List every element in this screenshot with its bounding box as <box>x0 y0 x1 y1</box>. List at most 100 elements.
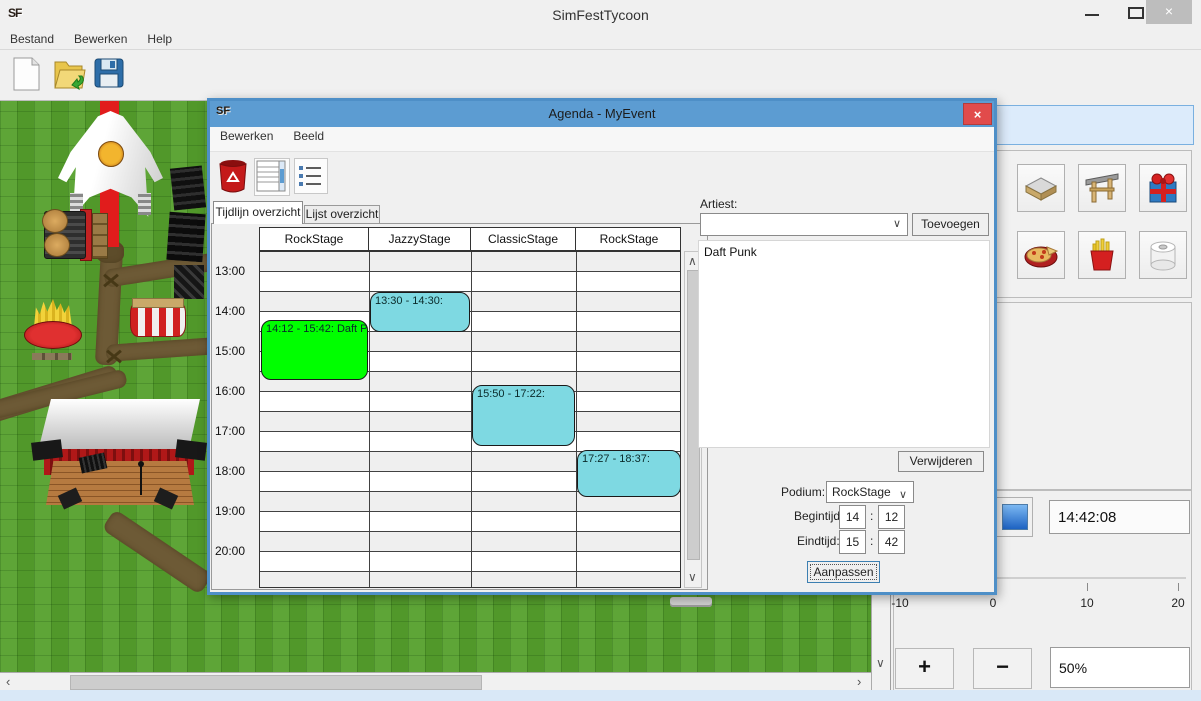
slider-label-20: 20 <box>1158 596 1198 610</box>
artist-dropdown[interactable]: ∨ <box>700 213 908 236</box>
fries-icon <box>1084 237 1120 273</box>
artist-list[interactable]: Daft Punk <box>698 240 990 448</box>
scroll-right-icon[interactable]: › <box>857 674 861 689</box>
grill-stand <box>44 207 92 261</box>
path-cross-mark <box>102 271 120 289</box>
delete-event-button[interactable] <box>218 159 248 198</box>
time-label-17:00: 17:00 <box>215 424 257 438</box>
end-hour-field[interactable]: 15 <box>839 530 866 554</box>
dialog-title-bar[interactable]: SF Agenda - MyEvent × <box>210 101 994 127</box>
new-file-button[interactable] <box>10 56 46 94</box>
list-view-button[interactable] <box>294 158 328 194</box>
artist-list-item[interactable]: Daft Punk <box>699 241 989 259</box>
time-label-13:00: 13:00 <box>215 264 257 278</box>
close-button[interactable]: × <box>1146 0 1192 24</box>
title-bar: SF SimFestTycoon × <box>0 0 1201 30</box>
time-label-16:00: 16:00 <box>215 384 257 398</box>
minimize-button[interactable] <box>1076 0 1110 24</box>
menu-item-help[interactable]: Help <box>137 30 182 46</box>
speed-icon <box>1002 504 1028 530</box>
slider-tick <box>1087 583 1088 591</box>
schedule-event[interactable]: 13:30 - 14:30: <box>370 292 470 332</box>
remove-button[interactable]: Verwijderen <box>898 451 984 472</box>
schedule-event[interactable]: 17:27 - 18:37: <box>577 450 681 497</box>
tab-timeline[interactable]: Tijdlijn overzicht <box>213 201 303 224</box>
main-toolbar <box>0 50 1201 98</box>
item-button-platform[interactable] <box>1017 164 1065 212</box>
dialog-menu-item-bewerken[interactable]: Bewerken <box>210 127 283 143</box>
tab-list[interactable]: Lijst overzicht <box>304 205 380 224</box>
scroll-down-icon[interactable]: ∨ <box>688 570 697 584</box>
item-button-fries[interactable] <box>1078 231 1126 279</box>
agenda-dialog: SF Agenda - MyEvent × BewerkenBeeld <box>207 98 997 595</box>
platform-icon <box>1023 170 1059 206</box>
zoom-out-button[interactable]: − <box>973 648 1032 689</box>
map-horizontal-scrollbar[interactable]: ‹ › <box>0 672 871 691</box>
chevron-down-icon: ∨ <box>893 217 901 230</box>
timeline-view-icon <box>255 159 287 193</box>
bench <box>670 597 712 607</box>
dialog-title: Agenda - MyEvent <box>210 106 994 121</box>
begin-hour-field[interactable]: 14 <box>839 505 866 529</box>
dialog-toolbar <box>210 151 994 201</box>
item-button-gate[interactable] <box>1078 164 1126 212</box>
map-hscroll-thumb[interactable] <box>70 675 482 690</box>
time-separator: : <box>870 534 873 548</box>
slider-tick <box>1178 583 1179 591</box>
end-time-label: Eindtijd: <box>797 534 840 548</box>
stage-speaker <box>31 439 63 461</box>
column-header-rockstage: RockStage <box>576 228 682 250</box>
toilet-paper-icon <box>1145 237 1181 273</box>
apply-button[interactable]: Aanpassen <box>807 561 880 583</box>
schedule-header-row: RockStageJazzyStageClassicStageRockStage <box>259 227 681 251</box>
slider-label-10: 10 <box>1067 596 1107 610</box>
item-button-gift[interactable] <box>1139 164 1187 212</box>
chevron-down-icon: ∨ <box>899 485 907 505</box>
timeline-tab-page: RockStageJazzyStageClassicStageRockStage… <box>211 223 708 590</box>
dialog-close-button[interactable]: × <box>963 103 992 125</box>
scroll-down-icon[interactable]: ∨ <box>876 656 885 670</box>
column-header-classicstage: ClassicStage <box>471 228 576 250</box>
time-label-19:00: 19:00 <box>215 504 257 518</box>
list-view-icon <box>295 159 325 191</box>
time-label-15:00: 15:00 <box>215 344 257 358</box>
scroll-up-icon[interactable]: ∧ <box>688 254 697 268</box>
column-header-rockstage: RockStage <box>260 228 369 250</box>
item-button-toilet-paper[interactable] <box>1139 231 1187 279</box>
grid-row <box>260 532 680 552</box>
zoom-in-button[interactable]: + <box>895 648 954 689</box>
dialog-menu-item-beeld[interactable]: Beeld <box>283 127 334 143</box>
end-minute-field[interactable]: 42 <box>878 530 905 554</box>
begin-minute-field[interactable]: 12 <box>878 505 905 529</box>
open-folder-icon <box>52 56 88 92</box>
podium-dropdown[interactable]: RockStage ∨ <box>826 481 914 503</box>
microphone <box>138 461 144 467</box>
schedule-grid[interactable]: 14:12 - 15:42: Daft P13:30 - 14:30: 15:50… <box>259 251 681 588</box>
grid-row <box>260 392 680 412</box>
add-artist-button[interactable]: Toevoegen <box>912 213 989 236</box>
application-window: SF SimFestTycoon × BestandBewerkenHelp <box>0 0 1201 701</box>
grid-row <box>260 292 680 312</box>
tent-emblem <box>98 141 124 167</box>
save-button[interactable] <box>92 56 128 94</box>
grid-row <box>260 252 680 272</box>
scroll-left-icon[interactable]: ‹ <box>6 674 10 689</box>
slider-label-0: 0 <box>973 596 1013 610</box>
slider-label--10: -10 <box>880 596 920 610</box>
artist-label: Artiest: <box>700 197 737 211</box>
grid-row <box>260 512 680 532</box>
zoom-level-display: 50% <box>1050 647 1190 688</box>
schedule-event-selected[interactable]: 14:12 - 15:42: Daft P <box>261 320 368 380</box>
open-file-button[interactable] <box>52 56 88 94</box>
path-cross-mark <box>105 347 123 365</box>
menu-item-bestand[interactable]: Bestand <box>0 30 64 46</box>
item-button-pizza[interactable] <box>1017 231 1065 279</box>
column-divider <box>576 252 577 587</box>
grid-row <box>260 572 680 588</box>
gift-icon <box>1145 170 1181 206</box>
timeline-view-button[interactable] <box>254 158 290 196</box>
gate-icon <box>1084 170 1120 206</box>
menu-item-bewerken[interactable]: Bewerken <box>64 30 137 46</box>
window-title: SimFestTycoon <box>0 7 1201 23</box>
schedule-event[interactable]: 15:50 - 17:22: <box>472 385 575 446</box>
